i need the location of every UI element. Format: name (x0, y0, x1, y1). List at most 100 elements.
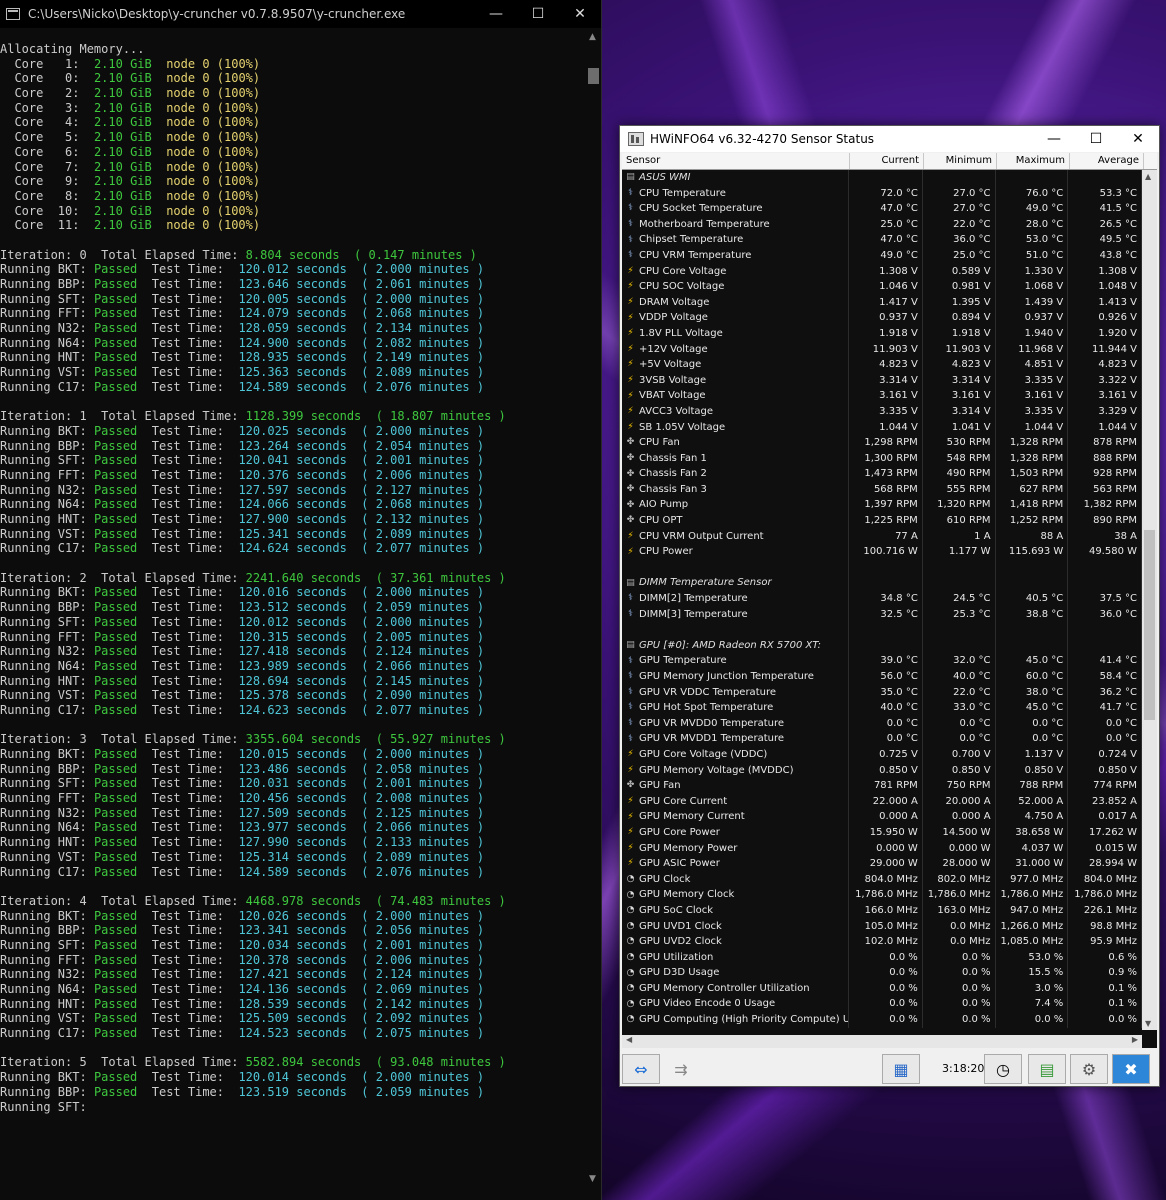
sensor-row[interactable]: ◔ GPU UVD2 Clock 102.0 MHz 0.0 MHz 1,085.0 M… (622, 934, 1143, 950)
sensor-row[interactable]: ⚕ DIMM[3] Temperature 32.5 °C 25.3 °C 38.8 °… (622, 606, 1143, 623)
sensor-row[interactable]: ◔ GPU Computing (High Priority Compute) U… (622, 1012, 1143, 1028)
sensor-row[interactable]: ⚡ CPU Core Voltage 1.308 V 0.589 V 1.330 V 1.… (622, 263, 1143, 280)
scroll-up-arrow-icon[interactable]: ▲ (1145, 172, 1151, 181)
collapse-arrows-icon[interactable]: ⇉ (662, 1054, 700, 1084)
sensor-row[interactable]: ⚕ Chipset Temperature 47.0 °C 36.0 °C 53.0 °… (622, 232, 1143, 248)
sensor-row[interactable]: ⚡ GPU Core Voltage (VDDC) 0.725 V 0.700 V 1.… (622, 746, 1143, 763)
sensor-row[interactable]: ⚡ GPU Memory Current 0.000 A 0.000 A 4.750 A… (622, 809, 1143, 825)
test-name: N64 (57, 982, 80, 996)
sensor-row[interactable]: ⚡ DRAM Voltage 1.417 V 1.395 V 1.439 V 1.413 … (622, 294, 1143, 311)
maximize-button[interactable]: ☐ (517, 6, 559, 22)
scroll-down-arrow-icon[interactable]: ▼ (1145, 1019, 1151, 1028)
column-header-sensor[interactable]: Sensor (622, 153, 850, 169)
sensor-row[interactable]: ⚡ GPU Core Current 22.000 A 20.000 A 52.000 … (622, 793, 1143, 810)
close-button[interactable]: ✕ (1117, 131, 1159, 147)
sensor-row[interactable]: ✤ CPU Fan 1,298 RPM 530 RPM 1,328 RPM 878 RPM (622, 435, 1143, 451)
sensor-row[interactable]: ◔ GPU Clock 804.0 MHz 802.0 MHz 977.0 MHz 804… (622, 871, 1143, 888)
sensor-row[interactable]: ⚡ VBAT Voltage 3.161 V 3.161 V 3.161 V 3.161 … (622, 388, 1143, 404)
blank-row[interactable] (622, 622, 1143, 638)
test-line: Running BBP: Passed Test Time: 123.519 s… (0, 1084, 485, 1099)
test-time: 128.059 seconds (238, 321, 347, 336)
sensor-group-header[interactable]: ▤ ASUS WMI (622, 170, 1143, 186)
sensor-row[interactable]: ⚡ GPU ASIC Power 29.000 W 28.000 W 31.000 W2… (622, 856, 1143, 872)
column-header-current[interactable]: Current (850, 153, 924, 169)
sensor-name: CPU OPT (639, 515, 683, 527)
sensor-row[interactable]: ⚡ SB 1.05V Voltage 1.044 V 1.041 V 1.044 V 1.… (622, 419, 1143, 436)
column-header-maximum[interactable]: Maximum (997, 153, 1070, 169)
sensor-row[interactable]: ⚕ CPU Temperature 72.0 °C 27.0 °C 76.0 °C 53.… (622, 185, 1143, 202)
sensor-table[interactable]: Sensor Current Minimum Maximum Average ▤… (622, 153, 1157, 1048)
scrollbar-thumb[interactable] (1144, 530, 1155, 720)
scroll-down-arrow-icon[interactable]: ▼ (589, 1174, 596, 1184)
sensor-row[interactable]: ◔ GPU Video Encode 0 Usage 0.0 % 0.0 % 7.4 %… (622, 996, 1143, 1013)
maximize-button[interactable]: ☐ (1075, 131, 1117, 147)
sensor-row[interactable]: ⚡ GPU Core Power 15.950 W 14.500 W 38.658 W1… (622, 824, 1143, 841)
sensor-row[interactable]: ✤ Chassis Fan 2 1,473 RPM 490 RPM 1,503 RPM 9… (622, 466, 1143, 482)
sensor-row[interactable]: ⚕ CPU Socket Temperature 47.0 °C 27.0 °C 49.… (622, 201, 1143, 217)
scroll-up-arrow-icon[interactable]: ▲ (589, 32, 596, 42)
sensor-row[interactable]: ⚡ +5V Voltage 4.823 V 4.823 V 4.851 V 4.823 V (622, 357, 1143, 373)
scroll-right-arrow-icon[interactable]: ▶ (1132, 1035, 1138, 1044)
close-button[interactable]: ✕ (559, 6, 601, 22)
sensor-row[interactable]: ⚡ CPU VRM Output Current 77 A1 A 88 A 38 A (622, 528, 1143, 545)
console-scrollbar[interactable]: ▲ ▼ (586, 28, 601, 1200)
console-output[interactable]: Allocating Memory... Core 1: 2.10 GiB no… (0, 42, 586, 1114)
scrollbar-thumb[interactable] (588, 68, 599, 84)
sensor-row[interactable]: ⚡ +12V Voltage 11.903 V 11.903 V 11.968 V 11.… (622, 341, 1143, 358)
sensor-row[interactable]: ⚕ GPU VR MVDD1 Temperature 0.0 °C 0.0 °C 0.0… (622, 731, 1143, 747)
minimize-button[interactable]: — (475, 6, 517, 22)
sensor-row[interactable]: ⚕ GPU Hot Spot Temperature 40.0 °C 33.0 °C 4… (622, 700, 1143, 716)
sensor-row[interactable]: ⚡ CPU Power 100.716 W 1.177 W 115.693 W 49.58… (622, 544, 1143, 560)
sensor-row[interactable]: ✤ Chassis Fan 1 1,300 RPM 548 RPM 1,328 RPM 8… (622, 450, 1143, 467)
scroll-left-arrow-icon[interactable]: ◀ (626, 1035, 632, 1044)
sensor-row[interactable]: ⚕ GPU VR VDDC Temperature 35.0 °C 22.0 °C 38… (622, 684, 1143, 701)
sensor-row[interactable]: ⚡ AVCC3 Voltage 3.335 V 3.314 V 3.335 V 3.329… (622, 403, 1143, 420)
sensor-row[interactable]: ⚕ Motherboard Temperature 25.0 °C 22.0 °C 28… (622, 216, 1143, 233)
sensor-group-header[interactable]: ▤ GPU [#0]: AMD Radeon RX 5700 XT: (622, 637, 1143, 654)
sensor-row[interactable]: ⚕ GPU Memory Junction Temperature 56.0 °C 4… (622, 669, 1143, 685)
expand-arrows-icon[interactable]: ⇔ (622, 1054, 660, 1084)
hwinfo-title-bar[interactable]: HWiNFO64 v6.32-4270 Sensor Status — ☐ ✕ (620, 126, 1159, 152)
test-line: Running BBP: Passed Test Time: 123.486 s… (0, 761, 485, 776)
clock-reset-icon[interactable]: ◷ (984, 1054, 1022, 1084)
sensor-row[interactable]: ⚡ 1.8V PLL Voltage 1.918 V 1.918 V 1.940 V 1.… (622, 325, 1143, 342)
test-line: Running FFT: Passed Test Time: 124.079 s… (0, 306, 485, 321)
sensor-row[interactable]: ⚡ 3VSB Voltage 3.314 V 3.314 V 3.335 V 3.322 … (622, 372, 1143, 389)
sensor-row[interactable]: ⚕ DIMM[2] Temperature 34.8 °C 24.5 °C 40.5 °… (622, 591, 1143, 607)
sensor-row[interactable]: ✤ CPU OPT 1,225 RPM 610 RPM 1,252 RPM 890 RPM (622, 513, 1143, 529)
sensor-row[interactable]: ⚡ GPU Memory Voltage (MVDDC) 0.850 V 0.850 … (622, 762, 1143, 779)
sensor-row[interactable]: ◔ GPU Memory Controller Utilization 0.0 % 0… (622, 980, 1143, 997)
sensor-row[interactable]: ⚕ CPU VRM Temperature 49.0 °C 25.0 °C 51.0 °… (622, 247, 1143, 264)
console-window[interactable]: C:\Users\Nicko\Desktop\y-cruncher v0.7.8… (0, 0, 602, 1200)
sensor-row[interactable]: ⚡ CPU SOC Voltage 1.046 V 0.981 V 1.068 V 1.0… (622, 279, 1143, 295)
hwinfo-window[interactable]: HWiNFO64 v6.32-4270 Sensor Status — ☐ ✕ … (619, 125, 1160, 1087)
minimum-value: 548 RPM (923, 450, 996, 467)
sensor-row[interactable]: ✤ GPU Fan 781 RPM 750 RPM 788 RPM 774 RPM (622, 778, 1143, 794)
sensor-row[interactable]: ◔ GPU Utilization 0.0 % 0.0 % 53.0 % 0.6 % (622, 949, 1143, 966)
sensor-row[interactable]: ◔ GPU SoC Clock 166.0 MHz 163.0 MHz 947.0 MH… (622, 902, 1143, 919)
test-line: Running BKT: Passed Test Time: 120.025 s… (0, 423, 485, 438)
logging-icon[interactable]: ▤ (1028, 1054, 1066, 1084)
column-header-minimum[interactable]: Minimum (924, 153, 997, 169)
sensor-row[interactable]: ✤ Chassis Fan 3 568 RPM 555 RPM 627 RPM 563 R… (622, 481, 1143, 498)
settings-gear-icon[interactable]: ⚙ (1070, 1054, 1108, 1084)
sensor-group-header[interactable]: ▤ DIMM Temperature Sensor (622, 575, 1143, 592)
minimize-button[interactable]: — (1033, 131, 1075, 147)
sensor-row[interactable]: ⚡ VDDP Voltage 0.937 V 0.894 V 0.937 V 0.926 … (622, 310, 1143, 326)
sensor-row[interactable]: ◔ GPU D3D Usage 0.0 % 0.0 % 15.5 % 0.9 % (622, 965, 1143, 981)
current-value: 34.8 °C (849, 591, 923, 607)
blank-row[interactable] (622, 559, 1143, 576)
column-header-average[interactable]: Average (1070, 153, 1144, 169)
sensor-row[interactable]: ◔ GPU UVD1 Clock 105.0 MHz 0.0 MHz 1,266.0 M… (622, 918, 1143, 935)
sensor-vertical-scrollbar[interactable]: ▲ ▼ (1142, 170, 1157, 1030)
console-title-bar[interactable]: C:\Users\Nicko\Desktop\y-cruncher v0.7.8… (0, 0, 601, 28)
sensor-row[interactable]: ⚕ GPU VR MVDD0 Temperature 0.0 °C 0.0 °C 0.0… (622, 715, 1143, 732)
sensor-row[interactable]: ◔ GPU Memory Clock 1,786.0 MHz 1,786.0 MHz 1… (622, 887, 1143, 903)
close-x-icon[interactable]: ✖ (1112, 1054, 1150, 1084)
sensor-horizontal-scrollbar[interactable]: ◀ ▶ (622, 1035, 1142, 1048)
sensor-row[interactable]: ⚡ GPU Memory Power 0.000 W 0.000 W 4.037 W 0.… (622, 840, 1143, 857)
network-icon[interactable]: ▦ (882, 1054, 920, 1084)
sensor-row[interactable]: ✤ AIO Pump 1,397 RPM 1,320 RPM 1,418 RPM 1,38… (622, 497, 1143, 514)
sensor-name-cell: ⚡ 1.8V PLL Voltage (622, 325, 850, 342)
sensor-row[interactable]: ⚕ GPU Temperature 39.0 °C 32.0 °C 45.0 °C 41.… (622, 653, 1143, 669)
